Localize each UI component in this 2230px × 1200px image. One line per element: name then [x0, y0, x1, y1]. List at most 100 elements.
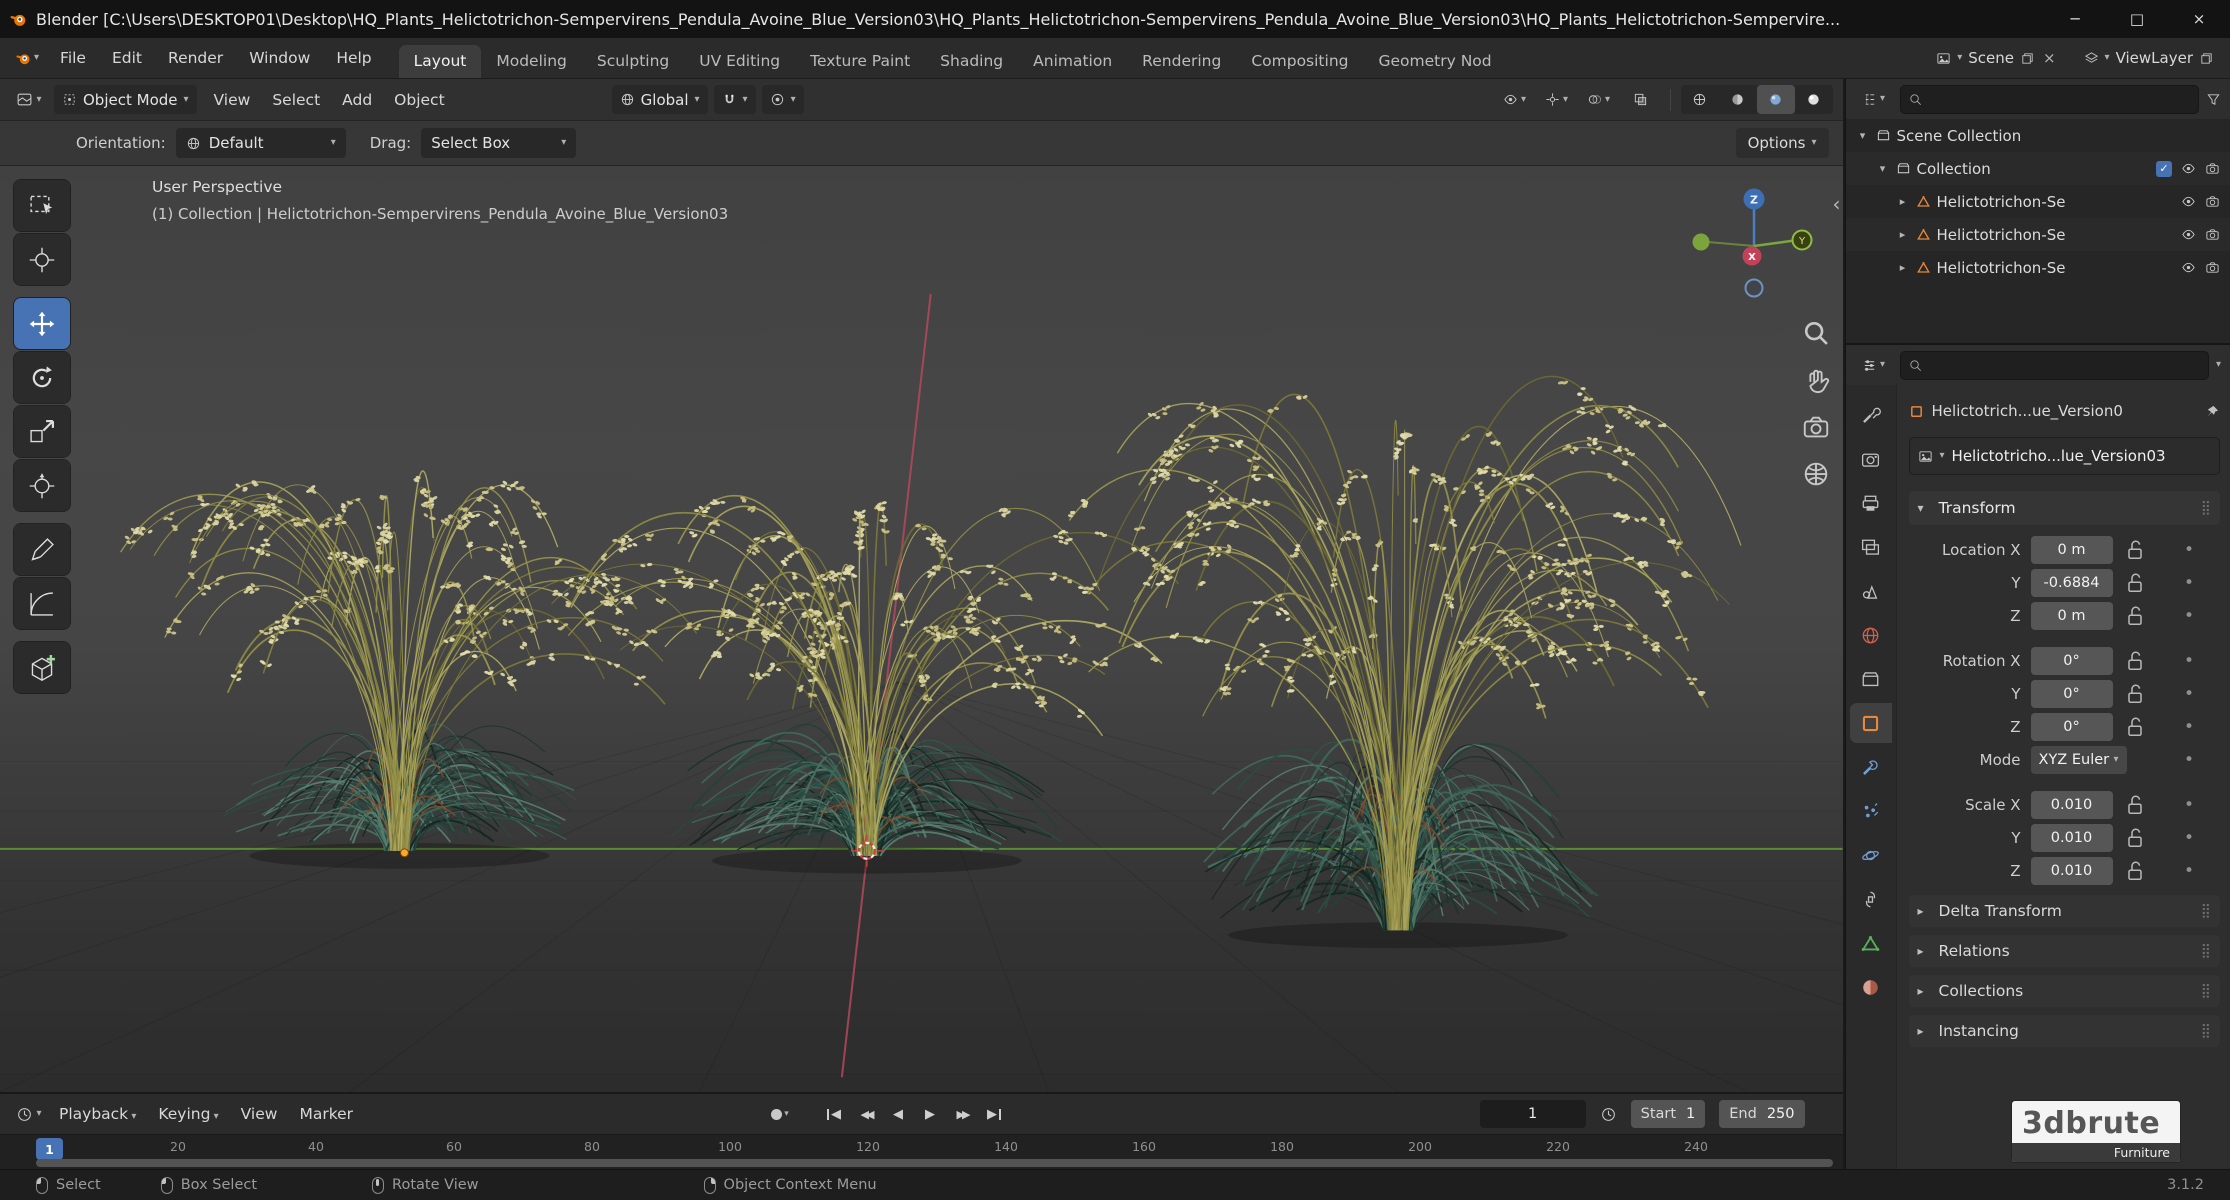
panel-grip-icon[interactable]: ⣿ — [2201, 903, 2211, 919]
transform-orientation-dropdown[interactable]: Global ▾ — [612, 85, 708, 114]
outliner-row[interactable]: ▾Collection✓ — [1846, 152, 2230, 185]
workspace-tab-modeling[interactable]: Modeling — [481, 45, 582, 78]
camera-render-icon[interactable] — [2205, 260, 2220, 275]
gizmos-dropdown[interactable]: ▾ — [1538, 85, 1576, 114]
workspace-tab-texture-paint[interactable]: Texture Paint — [795, 45, 925, 78]
animate-dot-icon[interactable]: • — [2184, 717, 2194, 737]
lock-icon[interactable] — [2123, 682, 2147, 706]
field-value[interactable]: 0.010 — [2031, 791, 2113, 819]
cursor-tool-button[interactable] — [14, 234, 70, 285]
proportional-editing-toggle[interactable]: ▾ — [762, 85, 804, 114]
next-keyframe-button[interactable]: ▶▶ — [947, 1100, 977, 1128]
lock-icon[interactable] — [2123, 538, 2147, 562]
new-view-layer-icon[interactable] — [2199, 51, 2214, 66]
close-button[interactable]: × — [2168, 0, 2230, 38]
workspace-tab-geometry-nod[interactable]: Geometry Nod — [1363, 45, 1506, 78]
lock-icon[interactable] — [2123, 604, 2147, 628]
expanded-arrow-icon[interactable]: ▾ — [1876, 162, 1890, 175]
section-delta-transform[interactable]: ▸Delta Transform⣿ — [1909, 895, 2220, 927]
xray-toggle[interactable] — [1622, 85, 1660, 114]
shading-solid-button[interactable] — [1719, 85, 1757, 114]
eye-icon[interactable] — [2181, 227, 2196, 242]
timeline-editor-type-button[interactable]: ▾ — [10, 1100, 48, 1129]
ortho-toggle-icon[interactable] — [1801, 459, 1831, 489]
timeline-menu-marker[interactable]: Marker — [288, 1105, 364, 1123]
overlays-dropdown[interactable]: ▾ — [1580, 85, 1618, 114]
eye-icon[interactable] — [2181, 260, 2196, 275]
chevron-down-icon[interactable]: ▾ — [2216, 360, 2221, 370]
workspace-tab-sculpting[interactable]: Sculpting — [582, 45, 684, 78]
viewport-menu-select[interactable]: Select — [261, 91, 331, 109]
scene-selector[interactable]: ▾ Scene × — [1936, 49, 2057, 67]
restore-button[interactable]: □ — [2106, 0, 2168, 38]
options-dropdown[interactable]: Options ▾ — [1736, 128, 1829, 158]
lock-icon[interactable] — [2123, 571, 2147, 595]
playhead[interactable]: 1 — [36, 1138, 63, 1160]
field-value[interactable]: 0 m — [2031, 602, 2113, 630]
viewport-canvas[interactable] — [0, 166, 1843, 1092]
start-frame-field[interactable]: Start 1 — [1631, 1100, 1706, 1128]
menu-render[interactable]: Render — [155, 38, 236, 78]
transform-tool-button[interactable] — [14, 460, 70, 511]
viewport-menu-add[interactable]: Add — [331, 91, 383, 109]
viewport-menu-view[interactable]: View — [203, 91, 262, 109]
current-frame-field[interactable]: 1 — [1480, 1100, 1586, 1128]
properties-search-input[interactable] — [1900, 351, 2209, 380]
eye-icon[interactable] — [2181, 161, 2196, 176]
workspace-tab-compositing[interactable]: Compositing — [1236, 45, 1363, 78]
exclude-checkbox[interactable]: ✓ — [2156, 161, 2172, 177]
camera-render-icon[interactable] — [2205, 227, 2220, 242]
unlink-scene-button[interactable]: × — [2041, 49, 2058, 67]
panel-grip-icon[interactable]: ⣿ — [2201, 943, 2211, 959]
rotate-tool-button[interactable] — [14, 352, 70, 403]
field-value[interactable]: -0.6884 — [2031, 569, 2113, 597]
jump-to-end-button[interactable]: ▶ — [979, 1100, 1009, 1128]
shading-wireframe-button[interactable] — [1681, 85, 1719, 114]
animate-dot-icon[interactable]: • — [2184, 861, 2194, 881]
timeline-ruler[interactable]: 1 20406080100120140160180200220240 — [0, 1134, 1843, 1169]
collapsed-arrow-icon[interactable]: ▸ — [1896, 261, 1910, 274]
properties-world-tab[interactable] — [1850, 615, 1892, 655]
snap-toggle[interactable]: ▾ — [714, 85, 756, 114]
previous-keyframe-button[interactable]: ◀◀ — [851, 1100, 881, 1128]
properties-modifiers-tab[interactable] — [1850, 747, 1892, 787]
properties-view-layer-tab[interactable] — [1850, 527, 1892, 567]
field-value[interactable]: 0 m — [2031, 536, 2113, 564]
field-value[interactable]: 0° — [2031, 680, 2113, 708]
lock-icon[interactable] — [2123, 793, 2147, 817]
collapsed-arrow-icon[interactable]: ▸ — [1896, 195, 1910, 208]
orientation-setting-dropdown[interactable]: Default ▾ — [176, 128, 346, 158]
select-box-tool-button[interactable] — [14, 180, 70, 231]
outliner-editor-type-button[interactable]: ▾ — [1855, 85, 1893, 114]
animate-dot-icon[interactable]: • — [2184, 828, 2194, 848]
menu-edit[interactable]: Edit — [99, 38, 155, 78]
pan-hand-icon[interactable] — [1801, 365, 1831, 395]
camera-render-icon[interactable] — [2205, 161, 2220, 176]
drag-setting-dropdown[interactable]: Select Box ▾ — [421, 128, 576, 158]
camera-render-icon[interactable] — [2205, 194, 2220, 209]
collapsed-arrow-icon[interactable]: ▸ — [1896, 228, 1910, 241]
measure-tool-button[interactable] — [14, 578, 70, 629]
blender-menu-button[interactable]: ▾ — [8, 38, 47, 78]
panel-grip-icon[interactable]: ⣿ — [2201, 983, 2211, 999]
menu-help[interactable]: Help — [323, 38, 384, 78]
viewport-3d[interactable]: User Perspective (1) Collection | Helict… — [0, 166, 1843, 1092]
properties-render-tab[interactable] — [1850, 439, 1892, 479]
end-frame-field[interactable]: End 250 — [1719, 1100, 1804, 1128]
zoom-icon[interactable] — [1801, 318, 1831, 348]
timeline-menu-playback[interactable]: Playback ▾ — [48, 1105, 147, 1123]
properties-particles-tab[interactable] — [1850, 791, 1892, 831]
properties-tool-tab[interactable] — [1850, 395, 1892, 435]
properties-object-data-tab[interactable] — [1850, 923, 1892, 963]
lock-icon[interactable] — [2123, 826, 2147, 850]
properties-material-tab[interactable] — [1850, 967, 1892, 1007]
lock-icon[interactable] — [2123, 715, 2147, 739]
lock-icon[interactable] — [2123, 859, 2147, 883]
field-value[interactable]: 0.010 — [2031, 824, 2113, 852]
outliner-row[interactable]: ▸Helictotrichon-Se — [1846, 218, 2230, 251]
workspace-tab-animation[interactable]: Animation — [1018, 45, 1127, 78]
properties-object-tab[interactable] — [1850, 703, 1892, 743]
timeline-menu-view[interactable]: View — [230, 1105, 289, 1123]
editor-type-button[interactable]: ▾ — [10, 85, 48, 114]
new-scene-icon[interactable] — [2020, 51, 2035, 66]
